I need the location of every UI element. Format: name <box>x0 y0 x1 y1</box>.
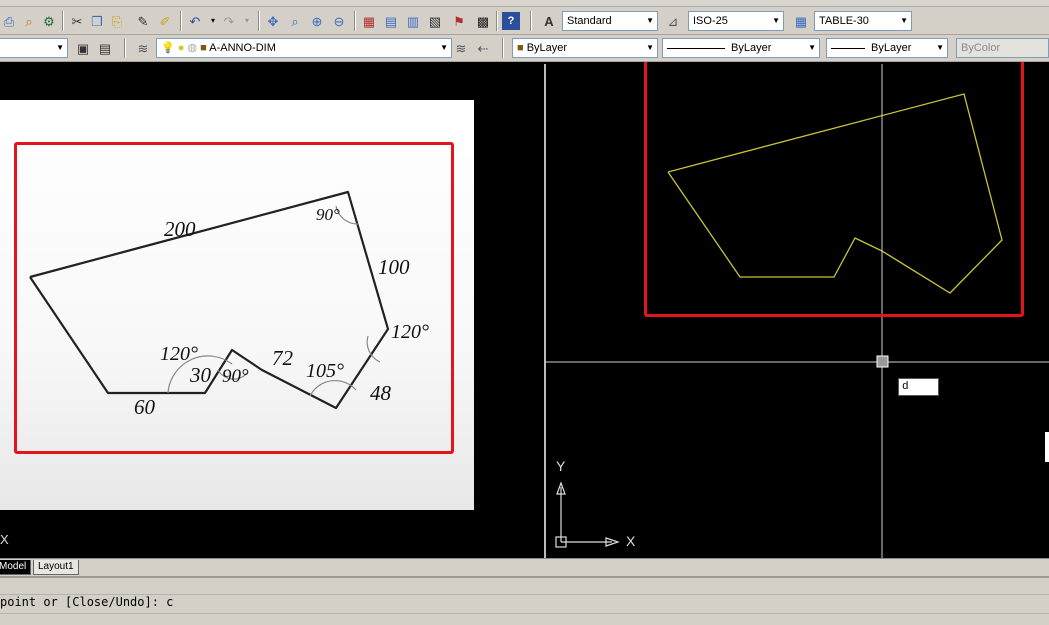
toolbar-separator <box>354 11 356 31</box>
sheet-set-icon[interactable]: ▧ <box>426 12 444 30</box>
copy-icon[interactable]: ❐ <box>88 12 106 30</box>
layer-select[interactable]: 💡 ● ◍ ■ A-ANNO-DIM ▼ <box>156 38 452 58</box>
tab-layout1[interactable]: Layout1 <box>33 560 79 575</box>
chevron-down-icon: ▼ <box>900 16 908 25</box>
lineweight-value: ByLayer <box>871 42 912 54</box>
chevron-down-icon: ▼ <box>56 43 64 52</box>
text-style-select[interactable]: Standard ▼ <box>562 11 658 31</box>
menu-bar <box>0 0 1049 7</box>
table-style-value: TABLE-30 <box>819 15 869 27</box>
sun-icon: ● <box>177 42 185 54</box>
autocad-window: ⎙ ⌕ ⚙ ✂ ❐ ⎘ ✎ ✐ ↶ ▾ ↷ ▾ ✥ ⌕ ⊕ ⊖ ▦ ▤ ▥ ▧ … <box>0 0 1049 625</box>
chevron-down-icon: ▼ <box>646 43 654 52</box>
paste-icon[interactable]: ⎘ <box>108 12 126 30</box>
text-style-icon[interactable]: A <box>540 12 558 30</box>
command-line[interactable]: point or [Close/Undo]: c <box>0 576 1049 625</box>
toolbar-separator <box>258 11 260 31</box>
dynamic-input-field[interactable]: d <box>898 378 939 396</box>
color-select[interactable]: ■ ByLayer ▼ <box>512 38 658 58</box>
zoom-realtime-icon[interactable]: ⌕ <box>286 12 304 30</box>
workspace-settings-icon[interactable]: ▣ <box>74 39 92 57</box>
toolbar-separator <box>496 11 498 31</box>
pickbox-cursor-icon <box>876 355 889 368</box>
zoom-previous-icon[interactable]: ⊖ <box>330 12 348 30</box>
zoom-window-icon[interactable]: ⊕ <box>308 12 326 30</box>
tab-model[interactable]: Model <box>0 560 32 575</box>
linetype-value: ByLayer <box>731 42 772 54</box>
redo-dropdown-icon[interactable]: ▾ <box>238 12 256 30</box>
toolbar-separator <box>62 11 64 31</box>
command-history-line: point or [Close/Undo]: c <box>0 595 174 609</box>
toolbar-separator <box>124 38 126 58</box>
match-properties-icon[interactable]: ✎ <box>134 12 152 30</box>
toolbar-separator <box>180 11 182 31</box>
layout-tabs: Model Layout1 <box>0 558 1049 576</box>
layer-color-swatch: ■ <box>200 42 207 54</box>
dimension-style-select[interactable]: ISO-25 ▼ <box>688 11 784 31</box>
plotstyle-select: ByColor <box>956 38 1049 58</box>
lock-icon: ◍ <box>187 42 198 54</box>
lineweight-select[interactable]: ByLayer ▼ <box>826 38 948 58</box>
ucs-y-label: Y <box>556 458 566 474</box>
lightbulb-icon: 💡 <box>161 42 175 54</box>
chevron-down-icon: ▼ <box>936 43 944 52</box>
toolbar-separator <box>502 38 504 58</box>
chevron-down-icon: ▼ <box>440 43 448 52</box>
toolbar-separator <box>530 11 532 31</box>
chevron-down-icon: ▼ <box>646 16 654 25</box>
command-line-divider <box>0 613 1049 614</box>
chevron-down-icon: ▼ <box>772 16 780 25</box>
markup-icon[interactable]: ⚑ <box>450 12 468 30</box>
table-style-select[interactable]: TABLE-30 ▼ <box>814 11 912 31</box>
tool-palettes-icon[interactable]: ▥ <box>404 12 422 30</box>
workspace-save-icon[interactable]: ▤ <box>96 39 114 57</box>
workspace-select[interactable]: ▼ <box>0 38 68 58</box>
layer-manager-icon[interactable]: ≋ <box>134 39 152 57</box>
cut-icon[interactable]: ✂ <box>68 12 86 30</box>
properties-icon[interactable]: ▦ <box>360 12 378 30</box>
block-editor-icon[interactable]: ✐ <box>156 12 174 30</box>
design-center-icon[interactable]: ▤ <box>382 12 400 30</box>
plot-icon[interactable]: ⎙ <box>0 12 18 30</box>
text-style-value: Standard <box>567 15 612 27</box>
pan-realtime-icon[interactable]: ✥ <box>264 12 282 30</box>
table-style-icon[interactable]: ▦ <box>792 12 810 30</box>
redo-icon[interactable]: ↷ <box>220 12 238 30</box>
dimension-style-icon[interactable]: ⊿ <box>664 12 682 30</box>
help-icon[interactable]: ? <box>502 12 520 30</box>
calculator-icon[interactable]: ▩ <box>474 12 492 30</box>
layer-previous-icon[interactable]: ⇠ <box>474 39 492 57</box>
make-object-layer-current-icon[interactable]: ≋ <box>452 39 470 57</box>
layers-properties-toolbar: ▼ ▣ ▤ ≋ 💡 ● ◍ ■ A-ANNO-DIM ▼ ≋ ⇠ ■ ByLay… <box>0 35 1049 62</box>
drawing-area[interactable]: 200 90° 100 120° 48 105° 72 90° 30 120° … <box>0 62 1049 558</box>
standard-toolbar: ⎙ ⌕ ⚙ ✂ ❐ ⎘ ✎ ✐ ↶ ▾ ↷ ▾ ✥ ⌕ ⊕ ⊖ ▦ ▤ ▥ ▧ … <box>0 7 1049 35</box>
color-value: ByLayer <box>526 42 568 54</box>
layer-name: A-ANNO-DIM <box>209 42 276 54</box>
undo-icon[interactable]: ↶ <box>186 12 204 30</box>
plotstyle-value: ByColor <box>961 42 1001 54</box>
publish-icon[interactable]: ⚙ <box>40 12 58 30</box>
plot-preview-icon[interactable]: ⌕ <box>20 12 38 30</box>
highlight-box-cad <box>644 62 1024 317</box>
lineweight-preview <box>831 47 865 49</box>
linetype-preview <box>667 47 725 49</box>
dimension-style-value: ISO-25 <box>693 15 728 27</box>
color-swatch: ■ <box>517 42 524 54</box>
chevron-down-icon: ▼ <box>808 43 816 52</box>
ucs-x-label: X <box>626 533 636 549</box>
linetype-select[interactable]: ByLayer ▼ <box>662 38 820 58</box>
scrollbar-edge[interactable] <box>1045 432 1049 462</box>
